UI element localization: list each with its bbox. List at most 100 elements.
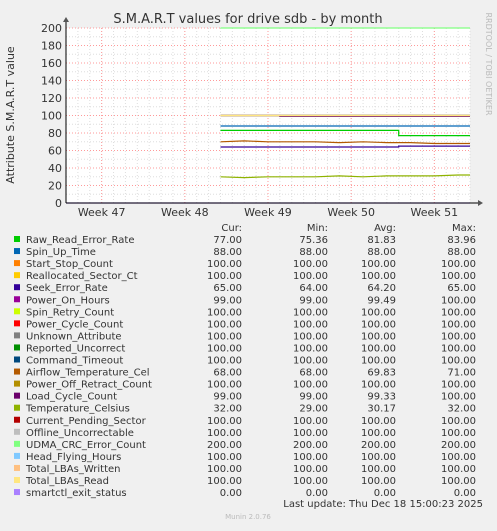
legend-series-name: Spin_Retry_Count bbox=[26, 307, 114, 318]
legend-value-min: 100.00 bbox=[293, 476, 328, 487]
legend-value-avg: 100.00 bbox=[361, 476, 396, 487]
legend-swatch bbox=[14, 477, 20, 483]
legend-value-avg: 100.00 bbox=[361, 271, 396, 282]
y-tick-label: 180 bbox=[41, 40, 62, 53]
legend-series-name: Raw_Read_Error_Rate bbox=[26, 235, 134, 246]
legend-value-max: 100.00 bbox=[441, 476, 476, 487]
legend-swatch bbox=[14, 308, 20, 315]
rrdtool-label: RRDTOOL / TOBI OETIKER bbox=[484, 12, 493, 115]
legend-value-max: 0.00 bbox=[454, 488, 476, 499]
legend-value-min: 100.00 bbox=[293, 319, 328, 330]
x-axis-arrow bbox=[478, 200, 483, 206]
legend-value-min: 99.00 bbox=[299, 392, 328, 403]
legend-value-max: 100.00 bbox=[441, 307, 476, 318]
legend-header-max: Max: bbox=[452, 223, 476, 234]
y-axis-arrow bbox=[63, 17, 69, 22]
legend-value-max: 200.00 bbox=[441, 440, 476, 451]
legend-value-min: 100.00 bbox=[293, 464, 328, 475]
legend-value-avg: 100.00 bbox=[361, 307, 396, 318]
legend-value-cur: 32.00 bbox=[213, 404, 242, 415]
x-tick-label: Week 48 bbox=[161, 206, 209, 219]
legend-value-min: 100.00 bbox=[293, 416, 328, 427]
y-tick-label: 100 bbox=[41, 110, 62, 123]
legend-value-max: 100.00 bbox=[441, 416, 476, 427]
legend-series-name: Command_Timeout bbox=[26, 356, 123, 367]
y-tick-label: 200 bbox=[41, 22, 62, 35]
legend-value-cur: 100.00 bbox=[207, 380, 242, 391]
legend-value-min: 100.00 bbox=[293, 452, 328, 463]
legend-value-max: 100.00 bbox=[441, 319, 476, 330]
legend-series-name: Temperature_Celsius bbox=[25, 404, 130, 415]
legend-swatch bbox=[14, 368, 20, 375]
legend-swatch bbox=[14, 392, 20, 399]
legend-series-name: Power_On_Hours bbox=[26, 295, 110, 306]
legend-swatch bbox=[14, 464, 20, 471]
legend-value-cur: 100.00 bbox=[207, 259, 242, 270]
legend-value-max: 100.00 bbox=[441, 428, 476, 439]
legend-swatch bbox=[14, 272, 20, 279]
legend-value-max: 100.00 bbox=[441, 464, 476, 475]
legend-value-avg: 200.00 bbox=[361, 440, 396, 451]
legend-value-max: 65.00 bbox=[447, 283, 476, 294]
legend-series-name: Spin_Up_Time bbox=[26, 247, 96, 258]
chart-svg: 0 20 40 60 80 100 120 140 160 180 200 Week 47 Week 4… bbox=[4, 12, 493, 521]
legend-value-min: 100.00 bbox=[293, 271, 328, 282]
legend-header-cur: Cur: bbox=[221, 223, 242, 234]
legend-value-avg: 0.00 bbox=[374, 488, 396, 499]
legend-value-cur: 100.00 bbox=[207, 343, 242, 354]
legend-value-avg: 100.00 bbox=[361, 343, 396, 354]
legend-value-max: 100.00 bbox=[441, 392, 476, 403]
legend-swatch bbox=[14, 356, 20, 363]
legend-value-max: 100.00 bbox=[441, 452, 476, 463]
legend-series-name: Load_Cycle_Count bbox=[26, 392, 117, 403]
y-tick-label: 40 bbox=[48, 162, 62, 175]
legend-value-max: 100.00 bbox=[441, 343, 476, 354]
legend-value-cur: 100.00 bbox=[207, 356, 242, 367]
y-tick-label: 0 bbox=[55, 197, 62, 210]
y-tick-label: 60 bbox=[48, 145, 62, 158]
y-tick-label: 80 bbox=[48, 127, 62, 140]
legend-series-name: Total_LBAs_Written bbox=[25, 464, 121, 475]
legend-series-name: Airflow_Temperature_Cel bbox=[26, 368, 150, 379]
legend-value-max: 32.00 bbox=[447, 404, 476, 415]
legend-swatch bbox=[14, 296, 20, 303]
legend-value-max: 100.00 bbox=[441, 295, 476, 306]
legend-value-min: 100.00 bbox=[293, 343, 328, 354]
legend-header-avg: Avg: bbox=[374, 223, 396, 234]
legend-value-avg: 100.00 bbox=[361, 464, 396, 475]
legend-series-name: Unknown_Attribute bbox=[26, 331, 122, 342]
legend-value-avg: 99.33 bbox=[367, 392, 396, 403]
legend-value-cur: 100.00 bbox=[207, 307, 242, 318]
legend-value-avg: 64.20 bbox=[367, 283, 396, 294]
legend-value-min: 100.00 bbox=[293, 428, 328, 439]
x-tick-label: Week 50 bbox=[327, 206, 375, 219]
legend-value-min: 100.00 bbox=[293, 259, 328, 270]
legend-value-max: 100.00 bbox=[441, 259, 476, 270]
legend-value-avg: 30.17 bbox=[367, 404, 396, 415]
legend-value-avg: 100.00 bbox=[361, 259, 396, 270]
y-tick-label: 20 bbox=[48, 180, 62, 193]
legend-value-cur: 100.00 bbox=[207, 428, 242, 439]
legend-value-cur: 77.00 bbox=[213, 235, 242, 246]
last-update-text: Last update: Thu Dec 18 15:00:23 2025 bbox=[283, 499, 483, 510]
smart-chart: 0 20 40 60 80 100 120 140 160 180 200 Week 47 Week 4… bbox=[0, 0, 497, 527]
legend-value-min: 64.00 bbox=[299, 283, 328, 294]
legend-series-name: Offline_Uncorrectable bbox=[26, 428, 134, 439]
legend-value-cur: 99.00 bbox=[213, 295, 242, 306]
legend-swatch bbox=[14, 260, 20, 267]
munin-version-footer: Munin 2.0.76 bbox=[225, 513, 271, 521]
x-tick-label: Week 49 bbox=[244, 206, 292, 219]
legend-value-avg: 100.00 bbox=[361, 380, 396, 391]
y-axis-label: Attribute S.M.A.R.T value bbox=[4, 46, 17, 184]
legend-series-name: Current_Pending_Sector bbox=[26, 416, 147, 427]
legend-swatch bbox=[14, 320, 20, 327]
legend-value-cur: 100.00 bbox=[207, 331, 242, 342]
legend-value-min: 29.00 bbox=[299, 404, 328, 415]
legend-swatch bbox=[14, 416, 20, 423]
legend-value-cur: 65.00 bbox=[213, 283, 242, 294]
legend-series-name: Seek_Error_Rate bbox=[26, 283, 108, 294]
legend-swatch bbox=[14, 428, 20, 435]
legend-value-min: 68.00 bbox=[299, 368, 328, 379]
legend-swatch bbox=[14, 236, 20, 242]
legend-swatch bbox=[14, 404, 20, 411]
